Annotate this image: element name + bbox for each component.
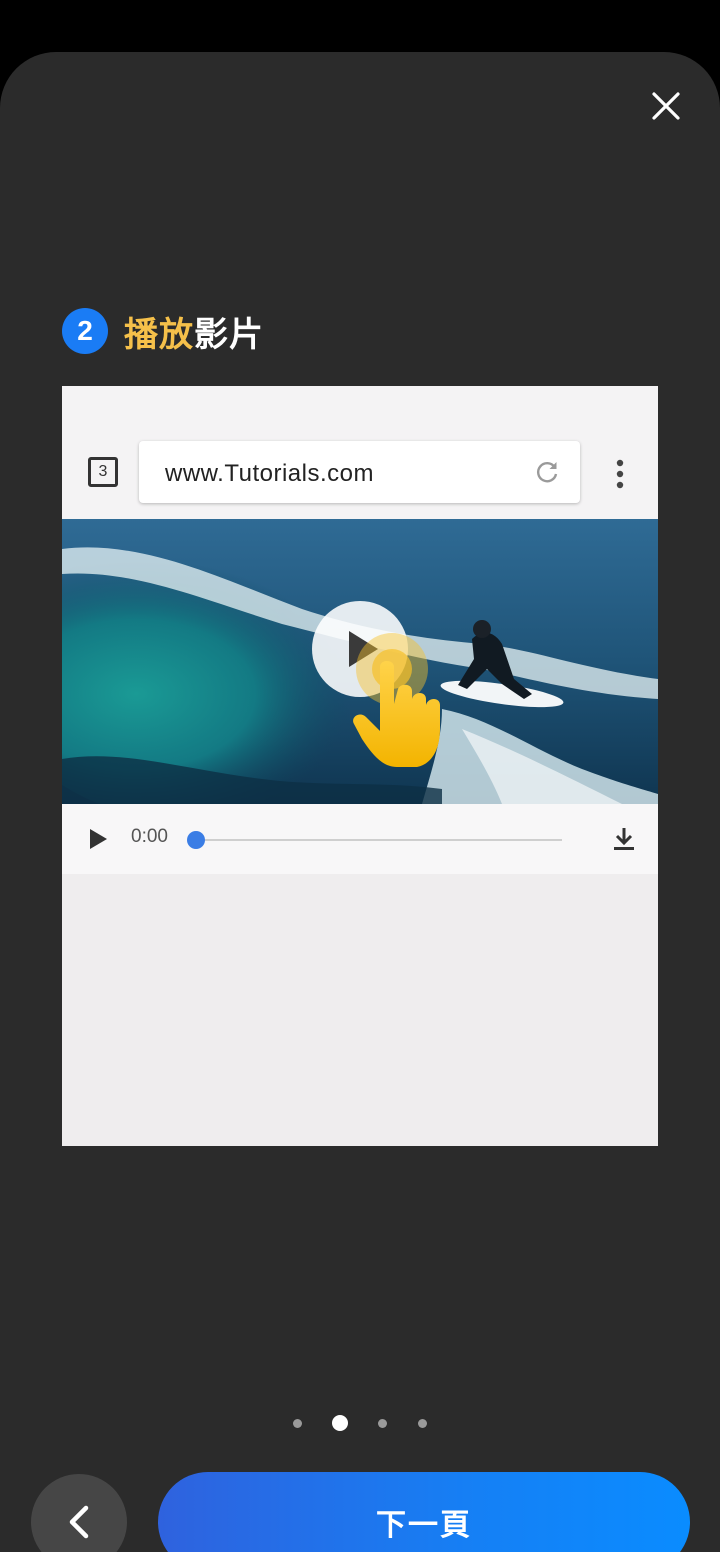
step-header: 2 播放影片 [62,306,264,356]
page-dot [377,1418,387,1428]
address-bar: www.Tutorials.com [139,441,580,503]
download-icon [614,828,634,850]
step-title: 播放影片 [124,307,264,356]
tab-switcher-icon: 3 [88,457,118,487]
player-time: 0:00 [131,826,168,847]
browser-toolbar: 3 www.Tutorials.com [62,386,658,519]
step-title-highlight: 播放 [124,314,194,355]
back-arrow-icon [69,1505,89,1539]
next-page-button[interactable]: 下一頁 [158,1472,690,1552]
progress-track [196,839,562,841]
play-icon [90,829,107,849]
close-icon [652,92,680,120]
url-text: www.Tutorials.com [165,460,374,487]
video-player-controls: 0:00 [62,804,658,874]
page-indicator [0,1413,720,1433]
progress-thumb [187,831,205,849]
step-number-badge: 2 [62,308,108,354]
more-vert-icon [616,459,624,489]
close-button[interactable] [640,80,692,132]
surf-video-image [62,519,658,804]
reload-icon [536,462,558,483]
tutorial-sheet: 2 播放影片 3 www.Tutorials.com 0:00 下一頁 [0,52,720,1552]
step-title-rest: 影片 [194,314,264,355]
tutorial-illustration: 3 www.Tutorials.com 0:00 [62,386,658,1146]
page-dot [417,1418,427,1428]
page-dot [292,1418,302,1428]
page-dot [332,1415,348,1431]
back-button[interactable] [31,1474,127,1552]
video-frame [62,519,658,804]
